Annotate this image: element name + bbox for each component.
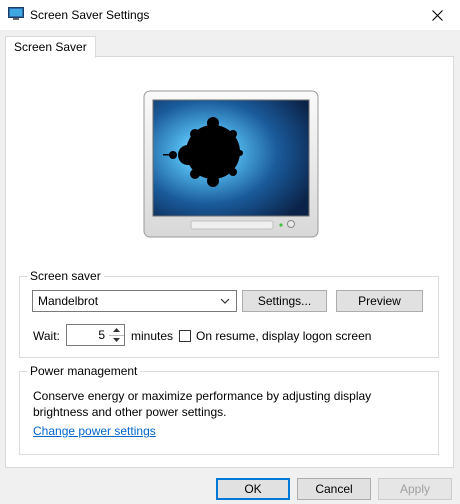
screen-saver-selected: Mandelbrot [38, 294, 99, 308]
ok-button[interactable]: OK [216, 478, 290, 500]
cancel-button[interactable]: Cancel [297, 478, 371, 500]
window-title: Screen Saver Settings [30, 8, 150, 22]
screen-saver-dropdown[interactable]: Mandelbrot [32, 290, 237, 312]
monitor-preview [143, 90, 319, 238]
arrow-up-icon [113, 328, 120, 332]
screen-saver-group-label: Screen saver [27, 269, 104, 283]
close-icon [431, 9, 443, 21]
resume-logon-label[interactable]: On resume, display logon screen [196, 329, 371, 343]
wait-spinner [109, 324, 125, 346]
wait-minutes-input[interactable]: 5 [66, 324, 110, 346]
cancel-button-label: Cancel [315, 482, 353, 496]
arrow-down-icon [113, 338, 120, 342]
apply-button[interactable]: Apply [378, 478, 452, 500]
tab-label: Screen Saver [14, 40, 87, 54]
power-description: Conserve energy or maximize performance … [33, 389, 372, 419]
close-button[interactable] [414, 0, 460, 30]
preview-button-label: Preview [358, 294, 401, 308]
settings-button[interactable]: Settings... [242, 290, 327, 312]
title-bar: Screen Saver Settings [0, 0, 460, 30]
minutes-label: minutes [131, 329, 174, 343]
tab-panel: Screen saver Mandelbrot Settings... Prev… [5, 56, 454, 468]
change-power-settings-link[interactable]: Change power settings [33, 424, 156, 438]
tab-screen-saver[interactable]: Screen Saver [5, 36, 96, 58]
wait-label: Wait: [33, 329, 60, 343]
display-settings-icon [8, 7, 24, 20]
spin-down-button[interactable] [109, 335, 124, 345]
power-management-group-label: Power management [27, 364, 141, 378]
ok-button-label: OK [244, 482, 262, 496]
chevron-down-icon [220, 298, 230, 304]
resume-logon-checkbox[interactable] [179, 330, 191, 342]
preview-button[interactable]: Preview [336, 290, 423, 312]
apply-button-label: Apply [399, 482, 431, 496]
settings-button-label: Settings... [257, 294, 312, 308]
wait-minutes-value: 5 [98, 328, 105, 342]
